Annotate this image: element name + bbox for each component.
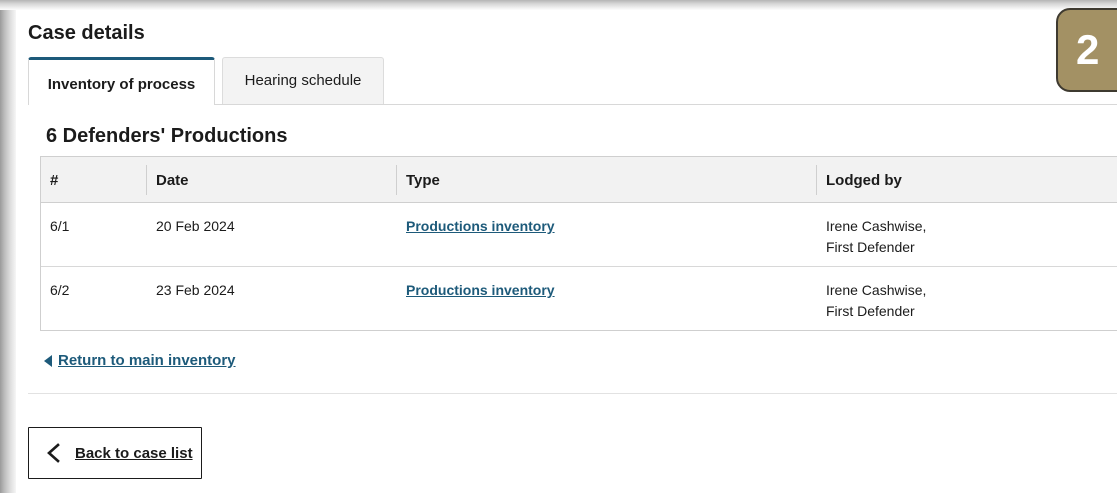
top-edge-shadow — [0, 0, 1117, 10]
column-header-lodged-by: Lodged by — [826, 171, 902, 189]
left-edge-shadow — [0, 0, 16, 493]
lodged-by-name: Irene Cashwise, — [826, 282, 927, 298]
page-title: Case details — [28, 22, 145, 44]
table-row: 6/1 20 Feb 2024 Productions inventory Ir… — [41, 203, 1117, 267]
screenshot-frame: Case details Inventory of process Hearin… — [0, 0, 1117, 493]
step-number-badge: 2 — [1056, 8, 1117, 92]
lodged-by-role: First Defender — [826, 239, 915, 255]
cell-date: 23 Feb 2024 — [156, 282, 235, 298]
cell-date: 20 Feb 2024 — [156, 218, 235, 234]
productions-table: # Date Type Lodged by 6/1 20 Feb 2024 Pr… — [40, 156, 1117, 331]
return-to-main-inventory-link[interactable]: Return to main inventory — [44, 352, 236, 369]
section-heading: 6 Defenders' Productions — [46, 125, 288, 147]
productions-inventory-link[interactable]: Productions inventory — [406, 216, 555, 237]
cell-lodged-by: Irene Cashwise, First Defender — [826, 280, 926, 322]
return-link-label: Return to main inventory — [58, 352, 236, 369]
productions-inventory-link[interactable]: Productions inventory — [406, 280, 555, 301]
cell-number: 6/1 — [50, 218, 70, 234]
cell-lodged-by: Irene Cashwise, First Defender — [826, 216, 926, 258]
cell-number: 6/2 — [50, 282, 70, 298]
lodged-by-role: First Defender — [826, 303, 915, 319]
table-row: 6/2 23 Feb 2024 Productions inventory Ir… — [41, 267, 1117, 331]
column-header-type: Type — [406, 171, 440, 189]
table-header: # Date Type Lodged by — [41, 157, 1117, 203]
chevron-left-icon — [47, 443, 60, 463]
triangle-left-icon — [44, 354, 52, 367]
case-details-panel: Case details Inventory of process Hearin… — [16, 10, 1117, 493]
back-to-case-list-button[interactable]: Back to case list — [28, 427, 202, 479]
column-header-number: # — [50, 171, 59, 189]
lodged-by-name: Irene Cashwise, — [826, 218, 927, 234]
section-divider — [28, 393, 1117, 394]
tab-hearing-schedule[interactable]: Hearing schedule — [222, 57, 384, 104]
back-button-label: Back to case list — [75, 444, 193, 462]
column-header-date: Date — [156, 171, 189, 189]
tab-inventory-of-process[interactable]: Inventory of process — [28, 57, 215, 105]
